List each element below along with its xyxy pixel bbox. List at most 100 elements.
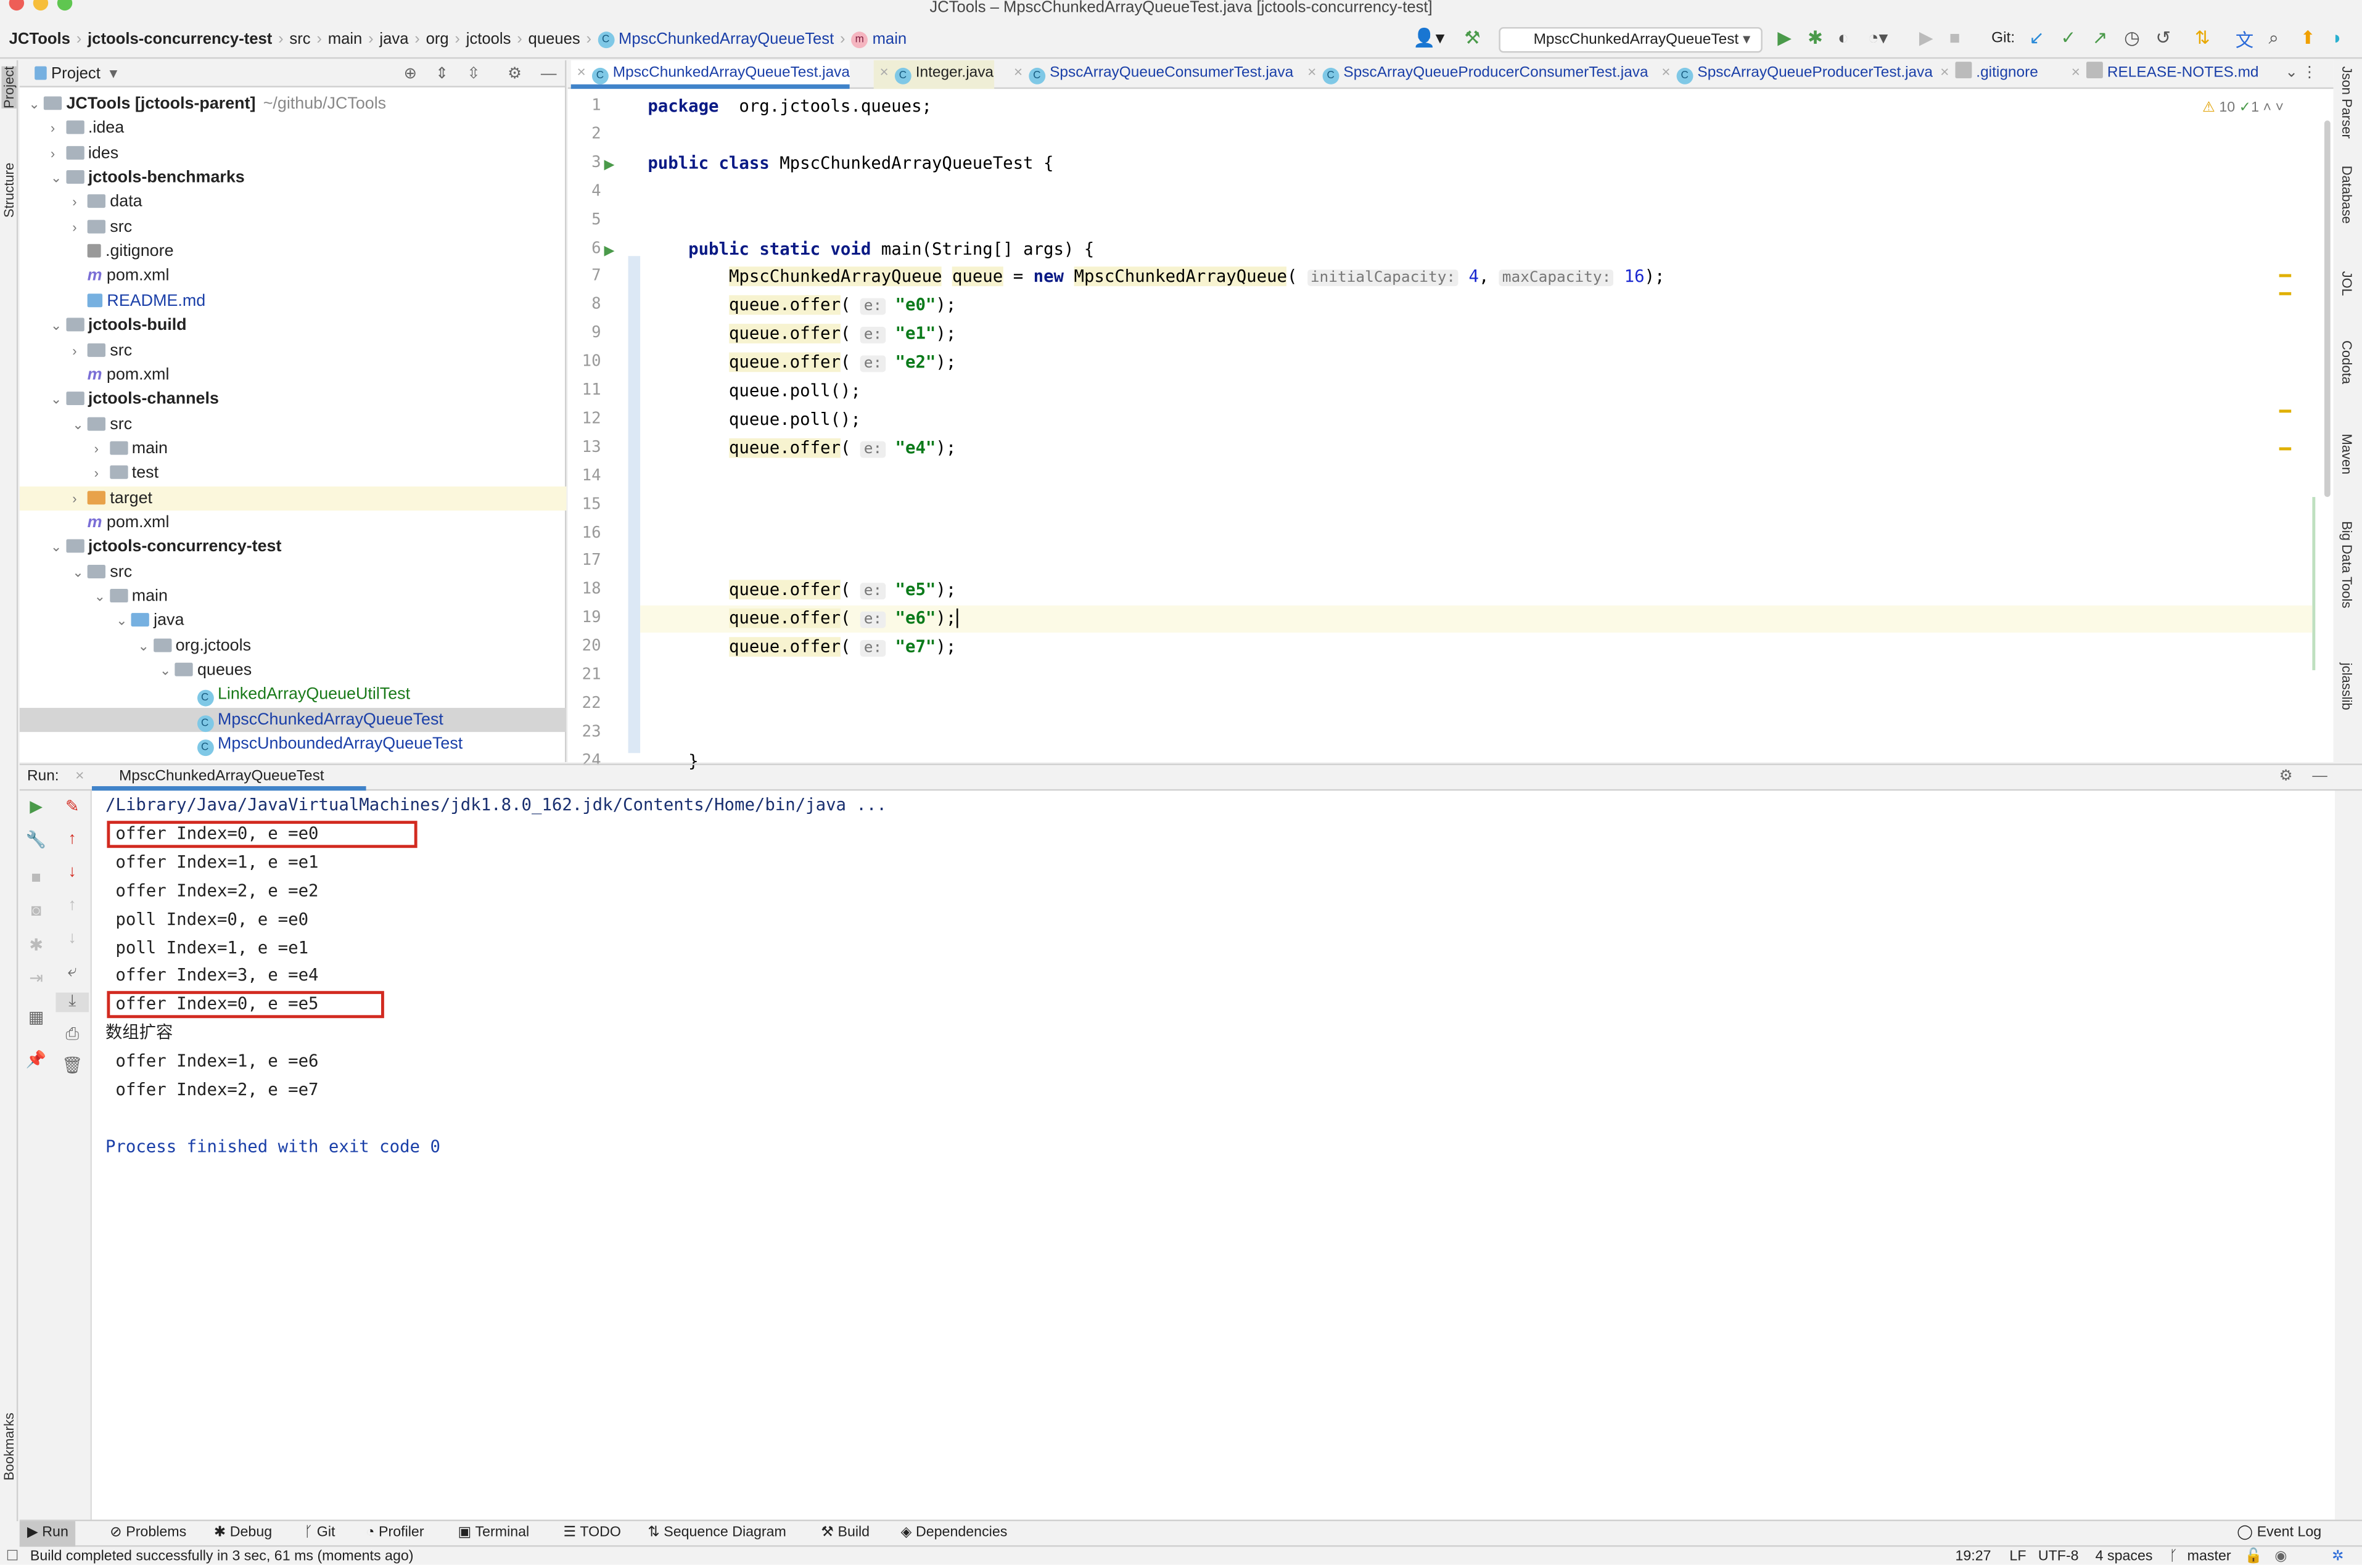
tool-window-profiler[interactable]: ◔ Profiler [358,1521,431,1547]
search-icon[interactable]: ⌕ [2269,27,2279,50]
git-commit-icon[interactable]: ✓ [2060,27,2076,48]
breadcrumb-item[interactable]: java [379,30,408,48]
run-configuration-select[interactable]: MpscChunkedArrayQueueTest ▾ [1499,27,1763,53]
tree-item[interactable]: m pom.xml [20,265,567,289]
close-tab-icon[interactable]: × [879,65,888,81]
editor-tab[interactable]: × C SpscArrayQueueProducerConsumerTest.jav… [1301,60,1648,89]
trash-icon[interactable]: 🗑 [56,1056,89,1075]
tool-window-build[interactable]: ⚒ Build [813,1521,877,1547]
right-tool-5[interactable]: Big Data Tools [2339,521,2354,608]
close-tab-icon[interactable]: × [1661,65,1670,81]
git-update-icon[interactable]: ↙ [2029,27,2044,48]
structure-tool-button[interactable]: Structure [1,163,16,218]
breadcrumb-item[interactable]: main [328,30,363,48]
tree-item[interactable]: › test [20,461,567,485]
soft-wrap-icon[interactable]: ⤶ [56,963,89,982]
tool-window-dependencies[interactable]: ◈ Dependencies [893,1521,1014,1547]
tree-item[interactable]: ⌄ org.jctools [20,634,567,658]
expand-all-icon[interactable]: ⇕ [435,64,449,82]
run-gutter-icon[interactable]: ▶ [604,242,614,258]
tabs-overflow-icon[interactable]: ⌄ ⋮ [2279,60,2317,89]
hide-icon[interactable]: — [2312,765,2327,789]
scroll-to-end-icon[interactable]: ⤓ [56,992,89,1012]
tree-item[interactable]: › .idea [20,117,567,141]
error-stripe[interactable] [2279,123,2292,545]
editor-tab[interactable]: × .gitignore [1934,60,2038,89]
bookmarks-tool-button[interactable]: Bookmarks [1,1413,16,1480]
print-icon[interactable]: ⎙ [56,1025,89,1045]
user-icon[interactable]: 👤▾ [1413,27,1444,48]
tree-item[interactable]: › ides [20,141,567,165]
tree-item[interactable]: README.md [20,289,567,313]
editor-tab[interactable]: × C SpscArrayQueueConsumerTest.java [1008,60,1293,89]
layout-icon[interactable]: ▦ [20,1008,53,1027]
run-tab[interactable]: MpscChunkedArrayQueueTest [91,765,366,791]
editor-tab[interactable]: × RELEASE-NOTES.md [2065,60,2259,89]
tree-item[interactable]: C MpscUnboundedArrayQueueTest [20,732,567,757]
gear-icon[interactable]: ⚙ [2279,765,2293,789]
next-icon[interactable]: ↓ [56,929,89,947]
breadcrumb-item[interactable]: jctools [466,30,511,48]
stop-icon[interactable]: ■ [20,869,53,887]
breadcrumb-item[interactable]: jctools-concurrency-test [88,30,272,48]
debug-icon[interactable]: ✱ [1808,27,1823,48]
translate-icon[interactable]: 文 [2236,27,2253,53]
breadcrumb-item[interactable]: src [289,30,310,48]
exit-icon[interactable]: ⇥ [20,969,53,988]
editor-tab[interactable]: × C Integer.java [873,60,994,89]
tree-item[interactable]: › src [20,338,567,362]
editor-scrollbar[interactable] [2324,120,2331,498]
editor-tab[interactable]: × C MpscChunkedArrayQueueTest.java [570,60,850,89]
vcs-icon[interactable]: ⇅ [2195,27,2210,48]
tree-item[interactable]: ⌄ JCTools [jctools-parent] ~/github/JCTool… [20,92,567,116]
tree-item[interactable]: C MpscChunkedArrayQueueTest [19,707,567,732]
tree-item[interactable]: › src [20,215,567,239]
tree-item[interactable]: ⌄ jctools-concurrency-test [20,535,567,559]
pin-icon[interactable]: 📌 [20,1049,53,1069]
event-log-button[interactable]: ◯ Event Log [2237,1521,2321,1547]
right-tool-0[interactable]: Json Parser [2339,66,2354,138]
stop-red-icon[interactable]: ✎ [56,797,89,816]
right-tool-2[interactable]: JOL [2339,271,2354,296]
rerun-icon[interactable]: ▶ [20,797,53,816]
tree-item[interactable]: .gitignore [20,240,567,264]
resume-icon[interactable]: ▶ [1919,27,1933,48]
wrench-icon[interactable]: 🔧 [20,830,53,849]
close-tab-icon[interactable]: × [2072,65,2080,81]
right-tool-4[interactable]: Maven [2339,433,2354,474]
tool-window-terminal[interactable]: ▣ Terminal [450,1521,537,1547]
run-gutter-icon[interactable]: ▶ [604,157,614,173]
rollback-icon[interactable]: ↺ [2155,27,2171,48]
close-tab-icon[interactable]: × [577,65,586,81]
debug-icon[interactable]: ✱ [20,935,53,954]
right-tool-6[interactable]: jclasslib [2339,663,2354,710]
breadcrumb-item[interactable]: org [426,30,449,48]
close-tab-icon[interactable]: × [1940,65,1949,81]
breadcrumb-item[interactable]: queues [529,30,580,48]
gear-icon[interactable]: ⚙ [508,64,522,82]
tool-window-sequence-diagram[interactable]: ⇅ Sequence Diagram [640,1521,794,1547]
tool-window-problems[interactable]: ⊘ Problems [102,1521,194,1547]
tree-item[interactable]: ⌄ jctools-channels [20,387,567,411]
right-tool-1[interactable]: Database [2339,166,2354,224]
breadcrumb-item[interactable]: JCTools [9,30,70,48]
history-icon[interactable]: ◷ [2124,27,2140,48]
close-tab-icon[interactable]: × [75,765,84,789]
breadcrumb-item[interactable]: main [873,30,907,48]
collapse-all-icon[interactable]: ⇳ [467,64,480,82]
update-icon[interactable]: ⬆ [2300,27,2316,48]
right-tool-3[interactable]: Codota [2339,340,2354,384]
down-arrow-icon[interactable]: ↓ [56,863,89,881]
chevron-down-icon[interactable]: ▾ [110,64,118,82]
editor-tab[interactable]: × C SpscArrayQueueProducerTest.java [1655,60,1933,89]
plugin-icon[interactable]: ◗ [2332,27,2343,48]
tree-item[interactable]: ⌄ jctools-build [20,313,567,337]
inspection-widget[interactable]: ⚠ 10 ✓1 ˄ ˅ [2202,99,2284,116]
coverage-icon[interactable]: ◐ [1838,27,1849,48]
tree-item[interactable]: m pom.xml [20,511,567,535]
profile-icon[interactable]: ◔▾ [1868,27,1888,48]
tool-window-run[interactable]: ▶ Run [19,1521,76,1547]
tree-item[interactable]: ⌄ jctools-benchmarks [20,166,567,190]
tree-item[interactable]: C LinkedArrayQueueUtilTest [20,683,567,707]
tree-item[interactable]: ⌄ queues [20,659,567,683]
